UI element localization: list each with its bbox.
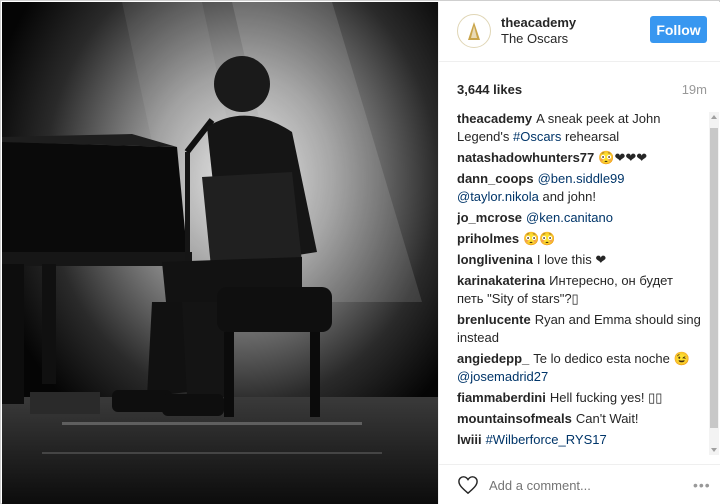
photo-image: [2, 2, 438, 504]
comment-username[interactable]: brenlucente: [457, 312, 531, 327]
comment-item: theacademy A sneak peek at John Legend's …: [457, 110, 703, 146]
comment-mention-link[interactable]: @taylor.nikola: [457, 189, 539, 204]
comment-mention-link[interactable]: #Oscars: [513, 129, 561, 144]
comment-mention-link[interactable]: #Wilberforce_RYS17: [486, 432, 607, 447]
scroll-down-arrow-icon[interactable]: [709, 445, 719, 455]
comment-username[interactable]: mountainsofmeals: [457, 411, 572, 426]
comment-username[interactable]: theacademy: [457, 111, 532, 126]
comment-mention-link[interactable]: @ben.siddle99: [538, 171, 625, 186]
comment-text: rehearsal: [561, 129, 620, 144]
comment-item: jo_mcrose @ken.canitano: [457, 209, 703, 227]
comment-text: Hell fucking yes! ▯▯: [549, 390, 663, 405]
account-avatar[interactable]: [457, 14, 491, 48]
comment-mention-link[interactable]: @ken.canitano: [526, 210, 613, 225]
comments-scrollbar[interactable]: [709, 112, 719, 455]
post-header: theacademy The Oscars Follow: [439, 2, 720, 62]
comment-text: They won't win in that category: [506, 453, 684, 455]
comment-username[interactable]: angiedepp_: [457, 351, 529, 366]
comment-item: angiedepp_ Te lo dedico esta noche 😉 @jos…: [457, 350, 703, 386]
comment-username[interactable]: karinakaterina: [457, 273, 545, 288]
add-comment-input[interactable]: [489, 475, 689, 495]
oscars-logo-icon: [468, 22, 480, 40]
comments-list: theacademy A sneak peek at John Legend's …: [457, 110, 703, 455]
comment-username[interactable]: dann_coops: [457, 171, 534, 186]
location-link[interactable]: The Oscars: [501, 31, 568, 46]
more-options-icon[interactable]: •••: [693, 477, 711, 493]
comment-username[interactable]: fiammaberdini: [457, 390, 546, 405]
comment-item: dann_coops @ben.siddle99 @taylor.nikola a…: [457, 170, 703, 206]
comment-mention-link[interactable]: @josemadrid27: [457, 369, 548, 384]
comment-text: Can't Wait!: [575, 411, 639, 426]
comment-item: longlivenina I love this ❤: [457, 251, 703, 269]
comment-username[interactable]: ivcardz: [457, 453, 502, 455]
comment-item: ivcardz They won't win in that category: [457, 452, 703, 455]
follow-button[interactable]: Follow: [650, 16, 707, 43]
scroll-up-arrow-icon[interactable]: [709, 112, 719, 122]
comment-username[interactable]: natashadowhunters77: [457, 150, 594, 165]
post-photo[interactable]: [2, 2, 438, 504]
comment-text: 😳❤❤❤: [598, 150, 648, 165]
post-footer: •••: [439, 464, 720, 504]
comment-text: 😳😳: [523, 231, 556, 246]
comment-username[interactable]: jo_mcrose: [457, 210, 522, 225]
scroll-thumb[interactable]: [710, 128, 718, 428]
likes-count[interactable]: 3,644 likes: [457, 82, 522, 97]
post-side-panel: theacademy The Oscars Follow 3,644 likes…: [438, 2, 720, 504]
stats-row: 3,644 likes 19m: [457, 82, 707, 100]
heart-icon[interactable]: [457, 475, 479, 495]
comment-item: karinakaterina Интересно, он будет петь "…: [457, 272, 703, 308]
comment-item: fiammaberdini Hell fucking yes! ▯▯: [457, 389, 703, 407]
comment-text: Te lo dedico esta noche 😉: [533, 351, 690, 366]
comment-username[interactable]: longlivenina: [457, 252, 533, 267]
comment-username[interactable]: lwiii: [457, 432, 482, 447]
comment-text: I love this ❤: [536, 252, 607, 267]
comment-item: mountainsofmeals Can't Wait!: [457, 410, 703, 428]
comment-text: and john!: [538, 189, 596, 204]
username-link[interactable]: theacademy: [501, 15, 576, 30]
comment-username[interactable]: priholmes: [457, 231, 519, 246]
comment-item: natashadowhunters77 😳❤❤❤: [457, 149, 703, 167]
comment-item: lwiii #Wilberforce_RYS17: [457, 431, 703, 449]
instagram-post-window: theacademy The Oscars Follow 3,644 likes…: [0, 0, 720, 504]
post-timestamp[interactable]: 19m: [682, 82, 707, 97]
comment-item: brenlucente Ryan and Emma should sing ins…: [457, 311, 703, 347]
comment-item: priholmes 😳😳: [457, 230, 703, 248]
